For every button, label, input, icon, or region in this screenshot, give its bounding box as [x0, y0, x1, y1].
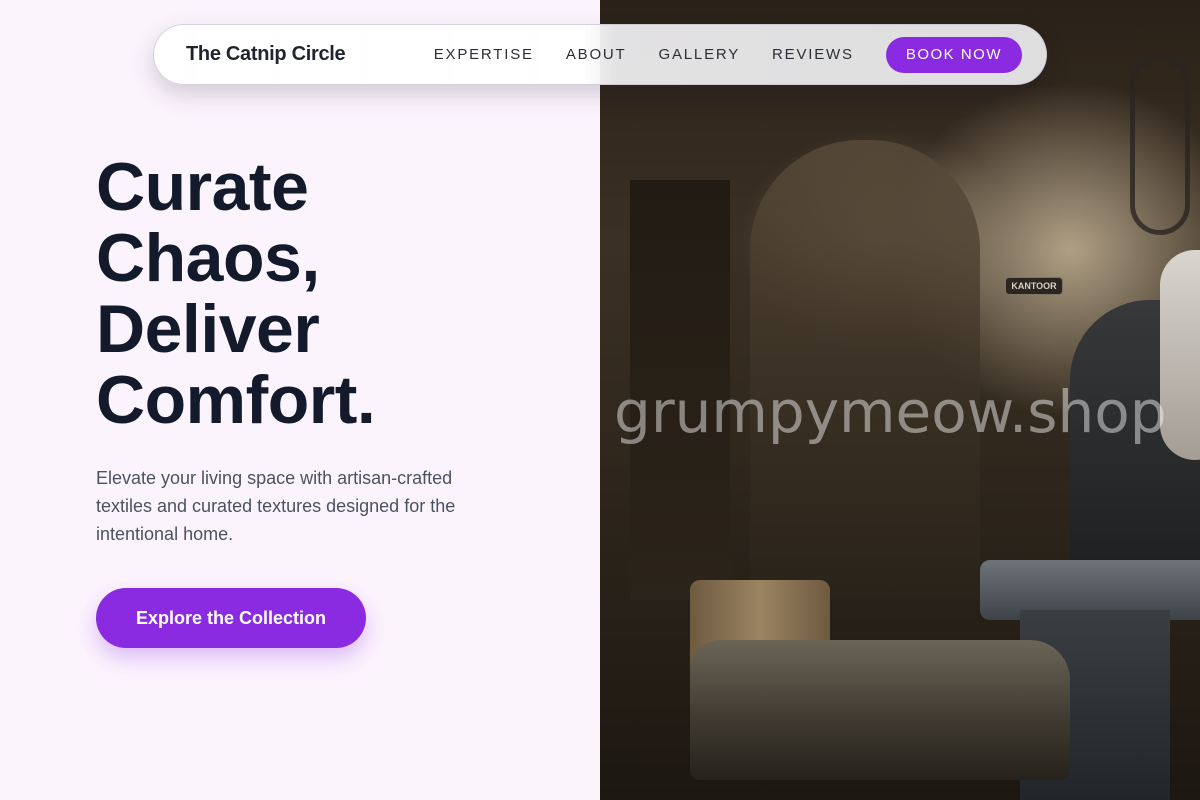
photo-ironwork — [1130, 55, 1190, 235]
nav-link-expertise[interactable]: EXPERTISE — [434, 46, 534, 63]
nav-links: EXPERTISE ABOUT GALLERY REVIEWS BOOK NOW — [434, 36, 1022, 73]
book-now-button[interactable]: BOOK NOW — [885, 36, 1022, 73]
nav-link-reviews[interactable]: REVIEWS — [772, 46, 854, 63]
nav-link-about[interactable]: ABOUT — [566, 46, 627, 63]
hero-title-line: Curate — [96, 149, 309, 225]
nav-link-gallery[interactable]: GALLERY — [659, 46, 741, 63]
explore-collection-button[interactable]: Explore the Collection — [96, 588, 366, 648]
hero-title: Curate Chaos, Deliver Comfort. — [96, 152, 576, 436]
photo-vise — [690, 640, 1070, 780]
hero-title-line: Chaos, — [96, 220, 320, 296]
brand-logo[interactable]: The Catnip Circle — [186, 43, 346, 66]
hero-photo: KANTOOR grumpymeow.shop — [600, 0, 1200, 800]
photo-sign: KANTOOR — [1005, 277, 1063, 295]
hero-subtitle: Elevate your living space with artisan-c… — [96, 468, 456, 544]
watermark: grumpymeow.shop — [614, 378, 1167, 446]
hero-title-line: Comfort. — [96, 362, 376, 438]
hero-title-line: Deliver — [96, 291, 320, 367]
top-navigation: The Catnip Circle EXPERTISE ABOUT GALLER… — [153, 24, 1047, 85]
photo-doorway — [750, 140, 980, 600]
